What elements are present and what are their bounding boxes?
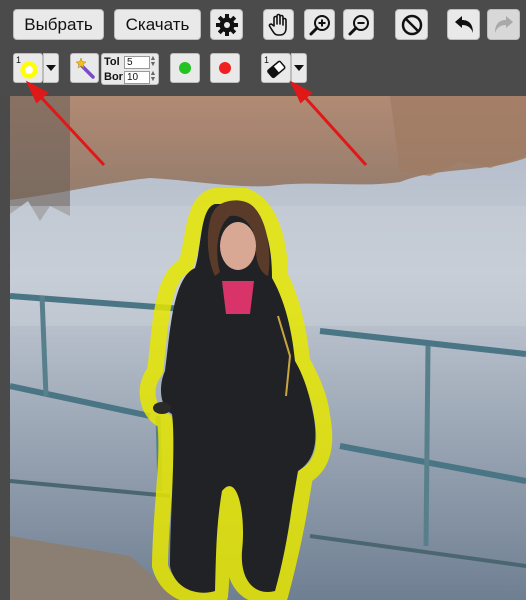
brush-size-label: 1	[16, 55, 22, 65]
background-marker-button[interactable]	[210, 53, 240, 83]
green-dot-icon	[179, 62, 191, 74]
eraser-tool-button[interactable]: 1	[261, 53, 291, 83]
tolerance-panel: Tol 5 ▲ ▼ Bor 10 ▲ ▼	[101, 53, 159, 85]
bor-input[interactable]: 10	[124, 71, 150, 84]
tol-spinner[interactable]: ▲ ▼	[149, 55, 157, 69]
toolbar: Выбрать Скачать 1 Tol 5 ▲ ▼ Bor 10 ▲ ▼ 1	[0, 0, 526, 96]
undo-button[interactable]	[447, 9, 480, 40]
redo-button[interactable]	[487, 9, 520, 40]
chevron-down-icon	[46, 65, 56, 71]
image-canvas[interactable]	[10, 96, 526, 600]
download-label: Скачать	[125, 14, 190, 34]
zoom-in-button[interactable]	[304, 9, 335, 40]
foreground-marker-button[interactable]	[170, 53, 200, 83]
zoom-in-icon	[309, 14, 330, 35]
choose-label: Выбрать	[24, 14, 93, 34]
pan-button[interactable]	[263, 9, 294, 40]
redo-icon	[494, 15, 513, 33]
magic-wand-icon	[74, 57, 95, 79]
magic-wand-button[interactable]	[70, 53, 99, 83]
undo-icon	[454, 15, 473, 33]
chevron-down-icon	[294, 65, 304, 71]
zoom-out-icon	[348, 14, 369, 35]
bor-label: Bor	[104, 71, 123, 83]
eraser-dropdown[interactable]	[291, 53, 307, 83]
brush-dropdown[interactable]	[43, 53, 59, 83]
zoom-out-button[interactable]	[343, 9, 374, 40]
red-dot-icon	[219, 62, 231, 74]
tol-label: Tol	[104, 56, 120, 68]
brush-tool-button[interactable]: 1	[13, 53, 43, 83]
clear-button[interactable]	[395, 9, 428, 40]
eraser-size-label: 1	[264, 55, 270, 65]
gear-icon	[215, 13, 238, 36]
download-button[interactable]: Скачать	[114, 9, 201, 40]
clear-icon	[401, 14, 422, 35]
settings-button[interactable]	[210, 9, 243, 40]
bor-spinner[interactable]: ▲ ▼	[149, 70, 157, 84]
choose-button[interactable]: Выбрать	[13, 9, 104, 40]
hand-icon	[268, 13, 287, 36]
tol-input[interactable]: 5	[124, 56, 150, 69]
